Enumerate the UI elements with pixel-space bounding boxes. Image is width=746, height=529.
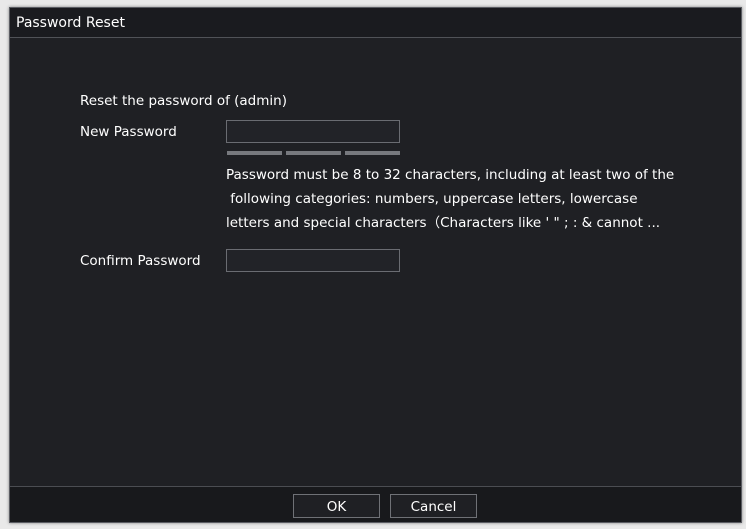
hint-line: letters and special characters（Character…	[226, 215, 661, 231]
confirm-password-label: Confirm Password	[80, 253, 201, 269]
cancel-button[interactable]: Cancel	[390, 494, 477, 518]
strength-segment-weak	[227, 151, 282, 155]
password-reset-dialog: Password Reset Reset the password of (ad…	[9, 7, 742, 523]
hint-line: Password must be 8 to 32 characters, inc…	[226, 167, 675, 183]
confirm-password-input[interactable]	[226, 249, 400, 272]
strength-segment-medium	[286, 151, 341, 155]
strength-segment-strong	[345, 151, 400, 155]
password-requirements-hint: Password must be 8 to 32 characters, inc…	[226, 163, 696, 235]
new-password-label: New Password	[80, 124, 177, 140]
title-bar: Password Reset	[10, 8, 741, 38]
dialog-title: Password Reset	[16, 15, 125, 31]
ok-button[interactable]: OK	[293, 494, 380, 518]
hint-line: following categories: numbers, uppercase…	[226, 191, 638, 207]
reset-heading: Reset the password of (admin)	[80, 93, 287, 109]
password-strength-meter	[227, 151, 400, 155]
new-password-input[interactable]	[226, 120, 400, 143]
dialog-footer: OK Cancel	[10, 486, 741, 522]
